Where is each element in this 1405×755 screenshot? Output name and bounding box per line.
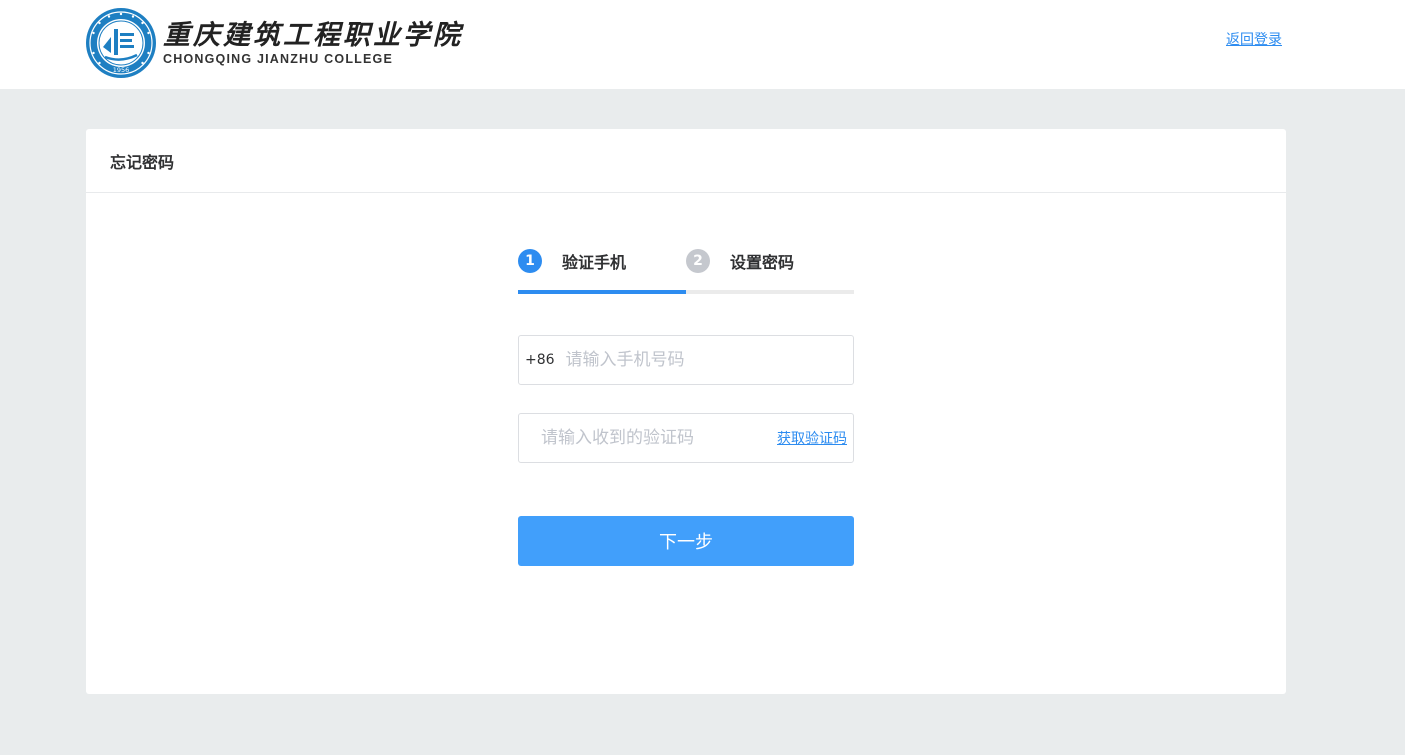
- code-field: 获取验证码: [518, 413, 854, 463]
- college-seal-icon: 1956: [86, 8, 156, 78]
- college-name-en: CHONGQING JIANZHU COLLEGE: [163, 51, 394, 66]
- step-verify-phone: 1 验证手机: [518, 249, 626, 273]
- logo-text: 重庆建筑工程职业学院 CHONGQING JIANZHU COLLEGE: [163, 19, 463, 66]
- step-label: 验证手机: [562, 253, 627, 272]
- phone-field: +86: [518, 335, 854, 385]
- card-title: 忘记密码: [110, 152, 175, 172]
- step-number: 1: [518, 249, 542, 273]
- verification-code-input[interactable]: [539, 417, 777, 459]
- forgot-password-card: 忘记密码 1 验证手机 2 设置密码 +86 获取验证码 下一步: [86, 129, 1286, 694]
- step-set-password: 2 设置密码: [686, 249, 794, 273]
- step-indicator: 1 验证手机 2 设置密码: [518, 225, 854, 295]
- college-logo[interactable]: 1956 重庆建筑工程职业学院 CHONGQING JIANZHU COLLEG…: [85, 7, 463, 79]
- step-progress-fill: [518, 290, 686, 294]
- college-name-cn: 重庆建筑工程职业学院: [163, 19, 463, 51]
- card-header: 忘记密码: [86, 129, 1286, 193]
- top-bar: 1956 重庆建筑工程职业学院 CHONGQING JIANZHU COLLEG…: [0, 0, 1405, 89]
- get-code-link[interactable]: 获取验证码: [777, 428, 847, 448]
- step-number: 2: [686, 249, 710, 273]
- seal-year: 1956: [113, 66, 130, 74]
- step-progress-bar: [518, 290, 854, 294]
- reset-form: 1 验证手机 2 设置密码 +86 获取验证码 下一步: [518, 225, 854, 566]
- back-to-login-link[interactable]: 返回登录: [1226, 31, 1282, 49]
- country-code-prefix: +86: [525, 352, 555, 368]
- step-label: 设置密码: [730, 253, 795, 272]
- next-step-button[interactable]: 下一步: [518, 516, 854, 566]
- phone-input[interactable]: [563, 339, 853, 381]
